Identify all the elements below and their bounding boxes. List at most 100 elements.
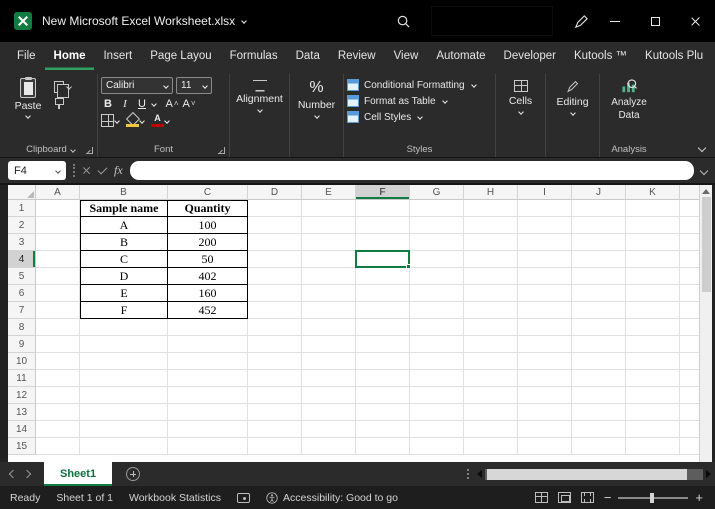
- cell-H14[interactable]: [464, 421, 518, 438]
- minimize-button[interactable]: [595, 0, 635, 42]
- cell-F11[interactable]: [356, 370, 410, 387]
- normal-view-button[interactable]: [535, 492, 548, 503]
- cell-E4[interactable]: [302, 251, 356, 268]
- cell-F12[interactable]: [356, 387, 410, 404]
- cell-G10[interactable]: [410, 353, 464, 370]
- cell-I13[interactable]: [518, 404, 572, 421]
- cell-J2[interactable]: [572, 217, 626, 234]
- formula-input[interactable]: [130, 161, 694, 180]
- cell-G7[interactable]: [410, 302, 464, 319]
- cell-J7[interactable]: [572, 302, 626, 319]
- cell-I14[interactable]: [518, 421, 572, 438]
- cell-H15[interactable]: [464, 438, 518, 455]
- row-header-4[interactable]: 4: [8, 251, 36, 268]
- search-icon[interactable]: [389, 7, 417, 35]
- zoom-in-button[interactable]: +: [695, 490, 703, 505]
- cell-E11[interactable]: [302, 370, 356, 387]
- name-box-chevron-icon[interactable]: [55, 168, 61, 174]
- cell-C14[interactable]: [168, 421, 248, 438]
- column-header-D[interactable]: D: [248, 185, 302, 200]
- row-header-7[interactable]: 7: [8, 302, 36, 319]
- editing-button[interactable]: Editing: [549, 75, 596, 142]
- cell-B10[interactable]: [80, 353, 168, 370]
- clipboard-dialog-launcher-icon[interactable]: [86, 147, 93, 154]
- cell-D3[interactable]: [248, 234, 302, 251]
- cell-C4[interactable]: 50: [168, 251, 248, 268]
- row-header-8[interactable]: 8: [8, 319, 36, 336]
- select-all-corner[interactable]: [8, 185, 36, 200]
- page-layout-view-button[interactable]: [558, 492, 571, 503]
- cancel-icon[interactable]: [82, 166, 91, 175]
- cell-I1[interactable]: [518, 200, 572, 217]
- cell-D14[interactable]: [248, 421, 302, 438]
- conditional-formatting-button[interactable]: Conditional Formatting: [347, 79, 476, 91]
- cell-partial[interactable]: [680, 217, 699, 234]
- cell-H5[interactable]: [464, 268, 518, 285]
- cell-F6[interactable]: [356, 285, 410, 302]
- row-header-2[interactable]: 2: [8, 217, 36, 234]
- scroll-up-icon[interactable]: [702, 189, 710, 194]
- cell-partial[interactable]: [680, 421, 699, 438]
- cell-G1[interactable]: [410, 200, 464, 217]
- column-header-A[interactable]: A: [36, 185, 80, 200]
- cell-partial[interactable]: [680, 251, 699, 268]
- borders-button[interactable]: [101, 113, 119, 128]
- font-name-combo[interactable]: Calibri: [101, 77, 173, 94]
- cell-J10[interactable]: [572, 353, 626, 370]
- cell-A15[interactable]: [36, 438, 80, 455]
- cell-B14[interactable]: [80, 421, 168, 438]
- cell-B6[interactable]: E: [80, 285, 168, 302]
- cell-I10[interactable]: [518, 353, 572, 370]
- cell-F14[interactable]: [356, 421, 410, 438]
- cell-F5[interactable]: [356, 268, 410, 285]
- cell-partial[interactable]: [680, 370, 699, 387]
- cell-K5[interactable]: [626, 268, 680, 285]
- cell-B4[interactable]: C: [80, 251, 168, 268]
- cell-K15[interactable]: [626, 438, 680, 455]
- cell-B2[interactable]: A: [80, 217, 168, 234]
- cell-J13[interactable]: [572, 404, 626, 421]
- tab-kutools[interactable]: Kutools ™: [565, 42, 636, 70]
- cell-D7[interactable]: [248, 302, 302, 319]
- tab-kutools-plu[interactable]: Kutools Plu: [636, 42, 712, 70]
- cell-A6[interactable]: [36, 285, 80, 302]
- column-header-I[interactable]: I: [518, 185, 572, 200]
- cell-B3[interactable]: B: [80, 234, 168, 251]
- row-header-14[interactable]: 14: [8, 421, 36, 438]
- tab-developer[interactable]: Developer: [495, 42, 565, 70]
- cell-B12[interactable]: [80, 387, 168, 404]
- cell-A7[interactable]: [36, 302, 80, 319]
- cell-I15[interactable]: [518, 438, 572, 455]
- cell-A11[interactable]: [36, 370, 80, 387]
- cell-C15[interactable]: [168, 438, 248, 455]
- number-button[interactable]: % Number: [293, 75, 340, 142]
- cell-A14[interactable]: [36, 421, 80, 438]
- cell-H7[interactable]: [464, 302, 518, 319]
- cell-C13[interactable]: [168, 404, 248, 421]
- maximize-button[interactable]: [635, 0, 675, 42]
- tab-view[interactable]: View: [385, 42, 428, 70]
- cell-D5[interactable]: [248, 268, 302, 285]
- cell-K2[interactable]: [626, 217, 680, 234]
- cell-J8[interactable]: [572, 319, 626, 336]
- cell-F15[interactable]: [356, 438, 410, 455]
- cell-E1[interactable]: [302, 200, 356, 217]
- cell-J6[interactable]: [572, 285, 626, 302]
- monitor-icon[interactable]: [237, 493, 250, 503]
- cell-E13[interactable]: [302, 404, 356, 421]
- cell-J15[interactable]: [572, 438, 626, 455]
- font-color-button[interactable]: A: [151, 113, 169, 128]
- horizontal-scroll-thumb[interactable]: [487, 469, 687, 480]
- zoom-slider[interactable]: [618, 497, 688, 499]
- cell-H12[interactable]: [464, 387, 518, 404]
- cell-I8[interactable]: [518, 319, 572, 336]
- column-header-F[interactable]: F: [356, 185, 410, 200]
- cell-C2[interactable]: 100: [168, 217, 248, 234]
- cell-J14[interactable]: [572, 421, 626, 438]
- horizontal-scroll-track[interactable]: [485, 469, 703, 480]
- column-header-H[interactable]: H: [464, 185, 518, 200]
- cell-H8[interactable]: [464, 319, 518, 336]
- cell-I2[interactable]: [518, 217, 572, 234]
- row-header-13[interactable]: 13: [8, 404, 36, 421]
- cell-F13[interactable]: [356, 404, 410, 421]
